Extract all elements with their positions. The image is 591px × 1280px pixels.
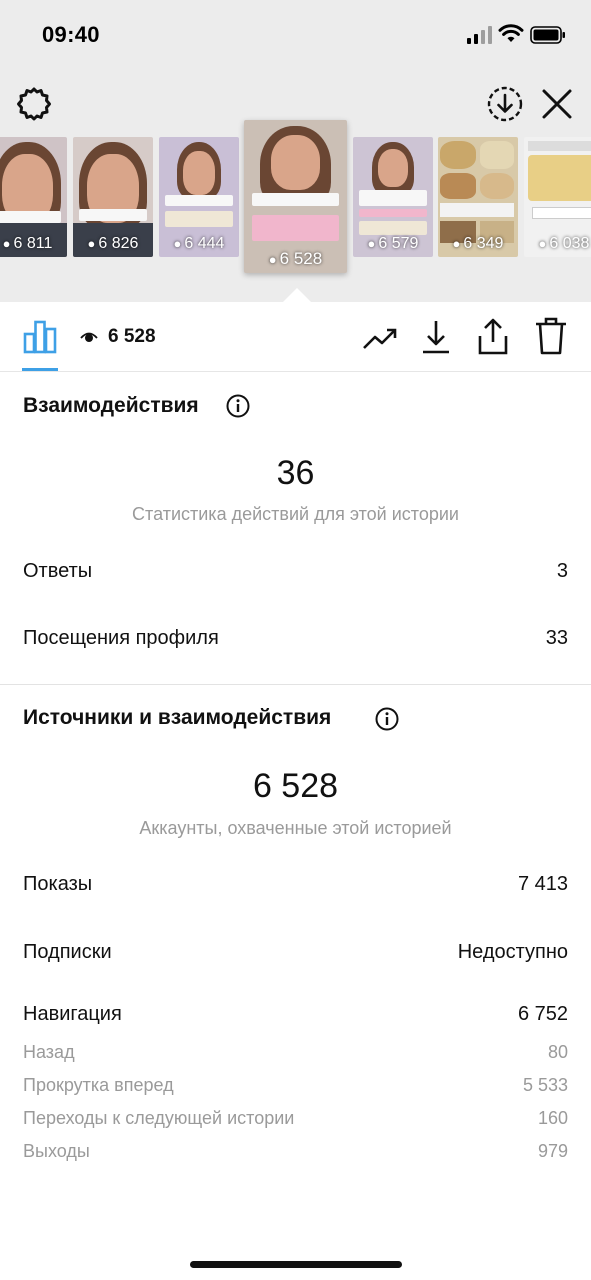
story-thumbnails: ●6 811 ●6 826 ●6 444 ●6 528 ●6 579 bbox=[0, 0, 591, 302]
info-icon[interactable] bbox=[375, 707, 399, 731]
eye-icon: ● bbox=[2, 236, 11, 251]
thumbnail-views: ● 6 579 bbox=[367, 235, 419, 252]
impressions-label: Показы bbox=[23, 873, 93, 895]
thumbnail-views: ● 6 826 bbox=[87, 235, 139, 252]
replies-label: Ответы bbox=[23, 560, 93, 582]
eye-icon: ● bbox=[538, 236, 547, 251]
selected-pointer bbox=[283, 288, 311, 302]
reach-caption: Аккаунты, охваченные этой историей bbox=[139, 818, 452, 838]
thumbnail-views: ● 6 811 bbox=[2, 235, 53, 252]
story-thumbnail-selected[interactable]: ● 6 528 bbox=[244, 120, 347, 273]
thumbnail-views: ● 6 528 bbox=[268, 249, 323, 268]
eye-icon: ● bbox=[452, 236, 461, 251]
insights-toolbar: 6 528 bbox=[0, 302, 591, 372]
eye-icon bbox=[80, 332, 98, 342]
eye-icon: ● bbox=[87, 236, 96, 251]
next-story-label: Переходы к следующей истории bbox=[23, 1108, 295, 1128]
follows-label: Подписки bbox=[23, 941, 112, 963]
story-thumbnail[interactable]: ● 6 444 bbox=[159, 137, 239, 257]
profile-visits-label: Посещения профиля bbox=[23, 627, 219, 649]
forward-label: Прокрутка вперед bbox=[23, 1075, 174, 1095]
eye-icon: ● bbox=[173, 236, 182, 251]
interactions-title: Взаимодействия bbox=[23, 394, 199, 417]
story-thumbnail[interactable]: ● 6 826 bbox=[73, 137, 153, 257]
replies-value: 3 bbox=[556, 560, 568, 582]
eye-icon: ● bbox=[268, 252, 277, 267]
trash-icon[interactable] bbox=[534, 316, 568, 356]
share-icon[interactable] bbox=[476, 316, 510, 356]
info-icon[interactable] bbox=[226, 394, 250, 418]
navigation-label: Навигация bbox=[23, 1003, 122, 1025]
discovery-title: Источники и взаимодействия bbox=[23, 706, 332, 729]
thumbnail-views: ● 6 444 bbox=[173, 235, 225, 252]
story-thumbnail[interactable]: ● 6 811 bbox=[0, 137, 67, 257]
back-label: Назад bbox=[23, 1042, 75, 1062]
next-story-value: 160 bbox=[537, 1108, 568, 1128]
interactions-caption: Статистика действий для этой истории bbox=[132, 504, 459, 524]
profile-visits-value: 33 bbox=[545, 627, 568, 649]
forward-value: 5 533 bbox=[522, 1075, 568, 1095]
section-divider bbox=[0, 684, 591, 685]
views-count: 6 528 bbox=[108, 326, 156, 347]
home-indicator[interactable] bbox=[190, 1261, 402, 1268]
story-thumbnail[interactable]: ● 6 349 bbox=[438, 137, 518, 257]
active-tab-indicator bbox=[22, 368, 58, 371]
trend-icon[interactable] bbox=[362, 322, 398, 354]
reach-total: 6 528 bbox=[252, 767, 339, 805]
story-thumbnail[interactable]: ● 6 038 bbox=[524, 137, 591, 257]
navigation-value: 6 752 bbox=[517, 1003, 568, 1025]
interactions-total: 36 bbox=[276, 454, 315, 492]
thumbnail-views: ● 6 349 bbox=[452, 235, 504, 252]
exits-label: Выходы bbox=[23, 1141, 90, 1161]
eye-icon: ● bbox=[367, 236, 376, 251]
exits-value: 979 bbox=[537, 1141, 568, 1161]
bar-chart-icon[interactable] bbox=[22, 320, 58, 354]
back-value: 80 bbox=[547, 1042, 568, 1062]
download-icon[interactable] bbox=[420, 318, 452, 356]
impressions-value: 7 413 bbox=[517, 873, 568, 895]
follows-value: Недоступно bbox=[457, 941, 568, 963]
thumbnail-views: ● 6 038 bbox=[538, 235, 590, 252]
story-thumbnail[interactable]: ● 6 579 bbox=[353, 137, 433, 257]
